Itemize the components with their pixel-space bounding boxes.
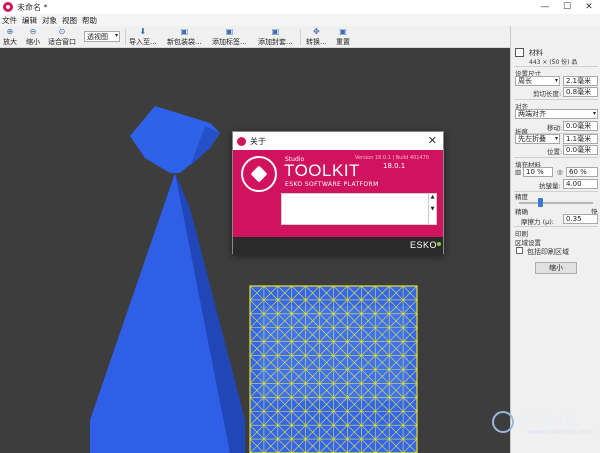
gusset-select[interactable]: 先左折叠 bbox=[515, 134, 560, 144]
position-label: 位置: bbox=[547, 148, 563, 156]
watermark-url: www.downxia.com bbox=[528, 428, 594, 436]
length-select[interactable]: 周长 bbox=[515, 76, 560, 86]
include-print-checkbox[interactable] bbox=[516, 247, 523, 254]
esko-logo: ESKO bbox=[409, 240, 437, 250]
watermark: 当下软件园 www.downxia.com bbox=[492, 409, 600, 449]
reset-icon: ▣ bbox=[339, 27, 347, 36]
platform-name: ESKO SOFTWARE PLATFORM bbox=[285, 181, 379, 188]
cut-label: 剪切长度: bbox=[533, 90, 562, 98]
window-controls: — ☐ ✕ bbox=[534, 0, 600, 14]
new-bag-button[interactable]: ▣ 新包装袋... bbox=[167, 27, 202, 47]
view-select[interactable]: 透视图 ▾ bbox=[84, 31, 120, 42]
menu-file[interactable]: 文件 bbox=[2, 15, 17, 26]
fit-window-button[interactable]: ⊙ 适合窗口 bbox=[48, 27, 76, 47]
zoom-in-button[interactable]: ⊕ 放大 bbox=[3, 27, 17, 47]
convert-button[interactable]: ✥ 转换... bbox=[306, 27, 327, 47]
menu-view[interactable]: 视图 bbox=[62, 15, 77, 26]
esko-dot-icon bbox=[437, 242, 441, 246]
toolbar-divider bbox=[300, 29, 301, 45]
textbox-scrollbar[interactable]: ▲ ▼ bbox=[428, 193, 437, 225]
precision-label: 精度 bbox=[515, 193, 528, 201]
panel-divider bbox=[514, 66, 598, 67]
dialog-close-icon[interactable]: ✕ bbox=[428, 134, 437, 147]
wrinkle-input[interactable]: 4.00 bbox=[563, 179, 598, 189]
friction-input[interactable]: 0.35 bbox=[563, 214, 598, 224]
move-label: 移动: bbox=[547, 124, 563, 132]
panel-divider bbox=[514, 99, 598, 100]
watermark-name: 当下软件园 bbox=[517, 413, 578, 427]
add-label-button[interactable]: ▣ 添加标签... bbox=[212, 27, 247, 47]
product-name: TOOLKIT bbox=[284, 161, 360, 180]
gusset-input[interactable]: 1.1毫米 bbox=[563, 134, 598, 144]
precision-slider-track[interactable] bbox=[519, 202, 593, 204]
studio-logo-icon bbox=[241, 156, 277, 192]
length-input[interactable]: 2.1毫米 bbox=[563, 76, 598, 86]
material-swatch[interactable] bbox=[515, 48, 524, 57]
reset-button[interactable]: ▣ 重置 bbox=[336, 27, 350, 47]
move-arrows-icon: ✥ bbox=[312, 27, 320, 36]
version-number: 18.0.1 bbox=[383, 162, 406, 170]
menu-help[interactable]: 帮助 bbox=[82, 15, 97, 26]
toolbar: ⊕ 放大 ⊖ 缩小 ⊙ 适合窗口 透视图 ▾ ⬇ 导入至... ▣ 新包装袋..… bbox=[0, 26, 510, 48]
watermark-logo-icon bbox=[492, 411, 514, 433]
position-input[interactable]: 0.0毫米 bbox=[563, 145, 598, 155]
panel-divider bbox=[514, 226, 598, 227]
maximize-button[interactable]: ☐ bbox=[556, 0, 578, 14]
wrinkle-label: 抗皱量: bbox=[539, 182, 561, 190]
friction-label: 摩擦力 (μ): bbox=[521, 218, 554, 226]
bag-icon: ▣ bbox=[180, 27, 189, 36]
fit-window-icon: ⊙ bbox=[58, 27, 66, 36]
label-icon: ▣ bbox=[225, 27, 234, 36]
toolbar-divider bbox=[125, 29, 126, 45]
dialog-banner: Studio TOOLKIT ESKO SOFTWARE PLATFORM Ve… bbox=[233, 150, 443, 237]
precision-slider-thumb[interactable] bbox=[538, 198, 543, 207]
license-textbox[interactable] bbox=[281, 193, 429, 225]
material-sub: 443 × (50 份) 品 bbox=[529, 59, 578, 66]
dialog-title-bar: 关于 ✕ bbox=[233, 132, 443, 150]
fill-icon-b: ◎ bbox=[557, 168, 563, 176]
area-label: 区域设置 bbox=[515, 239, 541, 247]
app-logo-icon bbox=[3, 2, 13, 12]
window-title: 未命名 * bbox=[17, 2, 48, 12]
menu-bar: 文件 编辑 对象 视图 帮助 bbox=[0, 14, 600, 26]
dialog-footer: ESKO bbox=[233, 237, 443, 254]
app-logo-icon bbox=[237, 136, 246, 146]
cap-icon: ▣ bbox=[271, 27, 280, 36]
title-bar: 未命名 * — ☐ ✕ bbox=[0, 0, 600, 14]
fill-icon-a: ▥ bbox=[515, 168, 522, 176]
shrink-button[interactable]: 缩小 bbox=[535, 262, 577, 274]
add-cap-button[interactable]: ▣ 添加封套... bbox=[258, 27, 293, 47]
precise-label: 精确 bbox=[515, 208, 528, 216]
align-select[interactable]: 两端对齐 bbox=[515, 109, 598, 119]
about-dialog: 关于 ✕ Studio TOOLKIT ESKO SOFTWARE PLATFO… bbox=[232, 131, 444, 254]
mesh-pouch bbox=[249, 285, 418, 453]
import-icon: ⬇ bbox=[139, 27, 147, 36]
menu-edit[interactable]: 编辑 bbox=[22, 15, 37, 26]
minimize-button[interactable]: — bbox=[534, 0, 556, 14]
fill-input-b[interactable]: 60 % bbox=[566, 167, 598, 177]
fill-input-a[interactable]: 10 % bbox=[523, 167, 553, 177]
include-print-label: 包括印刷区域 bbox=[527, 248, 569, 256]
panel-divider bbox=[514, 157, 598, 158]
properties-panel: 材料 443 × (50 份) 品 设置尺寸 周长 2.1毫米 剪切长度: 0.… bbox=[510, 26, 600, 453]
move-input[interactable]: 0.0毫米 bbox=[563, 121, 598, 131]
version-build-line: Version 18.0.1 | Build 401470 bbox=[355, 155, 429, 161]
menu-object[interactable]: 对象 bbox=[42, 15, 57, 26]
chevron-down-icon: ▾ bbox=[114, 32, 118, 39]
zoom-out-button[interactable]: ⊖ 缩小 bbox=[26, 27, 40, 47]
magnifier-plus-icon: ⊕ bbox=[6, 27, 14, 36]
close-button[interactable]: ✕ bbox=[578, 0, 600, 14]
dialog-title: 关于 bbox=[250, 136, 266, 146]
import-button[interactable]: ⬇ 导入至... bbox=[129, 27, 157, 47]
cut-input[interactable]: 0.8毫米 bbox=[563, 87, 598, 97]
magnifier-minus-icon: ⊖ bbox=[29, 27, 37, 36]
